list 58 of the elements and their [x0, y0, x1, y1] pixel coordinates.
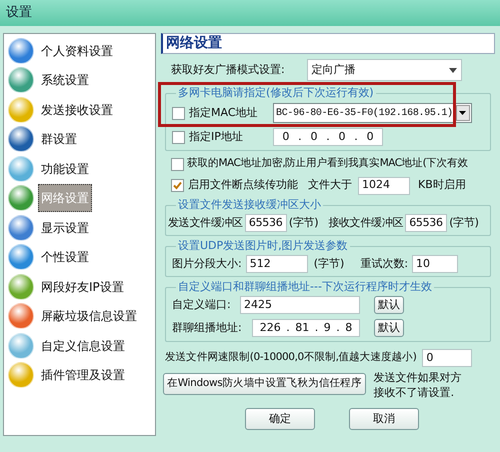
input-field[interactable]: 10 — [412, 255, 458, 273]
size-label: 文件大于 — [308, 177, 352, 194]
ip-address-field[interactable]: 226 . 81 . 9 . 8 — [252, 319, 360, 337]
sidebar-item[interactable]: 插件管理及设置 — [38, 361, 128, 390]
broadcast-mode-label: 获取好友广播模式设置: — [171, 62, 285, 78]
button[interactable]: 在Windows防火墙中设置飞秋为信任程序 — [163, 373, 366, 395]
field-label: 图片分段大小: — [172, 256, 242, 272]
group-title: 多网卡电脑请指定(修改后下次运行有效) — [176, 86, 376, 100]
sidebar-item[interactable]: 发送接收设置 — [38, 96, 116, 124]
sidebar-item[interactable]: 屏蔽垃圾信息设置 — [38, 302, 140, 330]
checkbox-label: 指定IP地址 — [189, 128, 244, 145]
speed-limit-label: 发送文件网速限制(0-10000,0不限制,值越大速度越小) — [165, 350, 416, 366]
button[interactable]: 取消 — [349, 408, 419, 430]
group-title: 自定义端口和群聊组播地址---下次运行程序时才生效 — [176, 280, 434, 294]
note-text: 发送文件如果对方 — [374, 370, 462, 385]
input-field[interactable]: 0 — [422, 349, 472, 367]
checkbox[interactable] — [172, 130, 185, 144]
checkbox-label: 启用文件断点续传功能 — [188, 177, 298, 194]
dropdown[interactable]: 定向广播 — [306, 59, 462, 81]
sidebar-item[interactable]: 个性设置 — [38, 243, 92, 272]
field-label: 发送文件缓冲区 — [168, 214, 243, 231]
unit-label: (字节) — [288, 214, 318, 231]
input-field[interactable]: 2425 — [240, 296, 360, 314]
field-label: 自定义端口: — [172, 296, 232, 313]
unit-label: KB时启用 — [418, 177, 466, 194]
sidebar-item[interactable]: 系统设置 — [38, 66, 92, 94]
checkbox-label: 指定MAC地址 — [189, 104, 259, 121]
button[interactable]: 默认 — [374, 296, 404, 314]
group-title: 设置文件发送接收缓冲区大小 — [176, 198, 323, 212]
field-label: 重试次数: — [360, 256, 408, 272]
unit-label: (字节) — [314, 256, 344, 272]
caret-icon — [456, 105, 470, 121]
field-label: 接收文件缓冲区 — [328, 214, 404, 231]
sidebar-item[interactable]: 显示设置 — [38, 214, 92, 242]
button[interactable]: 确定 — [245, 408, 315, 430]
input-field[interactable]: 1024 — [358, 176, 410, 194]
input-field[interactable]: 65536 — [405, 214, 448, 232]
checkbox[interactable] — [172, 106, 185, 120]
sidebar-item[interactable]: 个人资料设置 — [38, 36, 116, 65]
ip-address-field[interactable]: 0 . 0 . 0 . 0 — [273, 128, 383, 146]
dropdown[interactable]: BC-96-80-E6-35-F0(192.168.95.1) — [273, 103, 472, 123]
sidebar-item[interactable]: 群设置 — [38, 125, 80, 154]
window-title: 设置 — [6, 4, 32, 22]
sidebar-item[interactable]: 功能设置 — [38, 154, 92, 183]
sidebar-item[interactable]: 自定义信息设置 — [38, 332, 128, 360]
field-label: 群聊组播地址: — [172, 320, 243, 336]
sidebar-item[interactable]: 网段好友IP设置 — [38, 272, 127, 301]
unit-label: (字节) — [449, 214, 479, 231]
checkbox[interactable] — [171, 179, 184, 192]
panel-title: 网络设置 — [166, 34, 222, 53]
checkbox[interactable] — [171, 158, 184, 170]
checkbox-label: 获取的MAC地址加密,防止用户看到我真实MAC地址(下次有效 — [187, 156, 468, 172]
button[interactable]: 默认 — [374, 319, 404, 337]
caret-icon — [448, 68, 457, 72]
input-field[interactable]: 65536 — [244, 214, 287, 232]
note-text: 接收不了请设置. — [374, 385, 456, 400]
group-title: 设置UDP发送图片时,图片发送参数 — [176, 239, 350, 253]
input-field[interactable]: 512 — [246, 255, 308, 273]
